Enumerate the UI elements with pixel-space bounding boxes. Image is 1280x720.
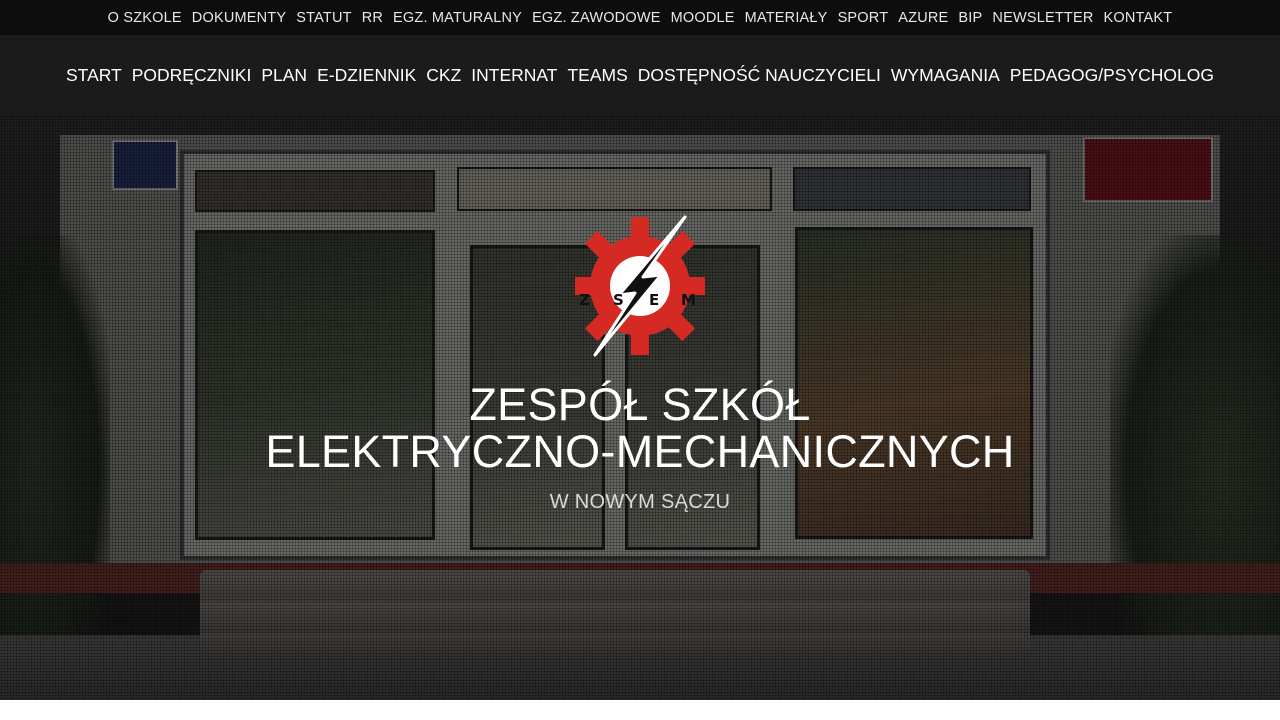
logo-letter-z: Z — [579, 291, 590, 309]
main-menu-item-plan[interactable]: PLAN — [256, 65, 312, 86]
main-navigation-bar: START PODRĘCZNIKI PLAN E-DZIENNIK CKZ IN… — [0, 35, 1280, 115]
school-location-subtitle: W NOWYM SĄCZU — [549, 491, 731, 513]
main-menu-item-wymagania[interactable]: WYMAGANIA — [886, 65, 1005, 86]
top-menu-item-o-szkole[interactable]: O SZKOLE — [103, 10, 187, 26]
main-menu-item-podreczniki[interactable]: PODRĘCZNIKI — [127, 65, 257, 86]
title-line-2: ELEKTRYCZNO-MECHANICZNYCH — [265, 426, 1015, 477]
main-menu-item-internat[interactable]: INTERNAT — [466, 65, 562, 86]
hero-content: Z S E M ZESPÓŁ SZKÓŁ ELEKTRYCZNO-MECHANI… — [0, 215, 1280, 514]
top-menu-item-azure[interactable]: AZURE — [893, 10, 953, 26]
top-menu-item-dokumenty[interactable]: DOKUMENTY — [187, 10, 291, 26]
main-menu-item-dostepnosc-nauczycieli[interactable]: DOSTĘPNOŚĆ NAUCZYCIELI — [633, 65, 886, 86]
main-menu-item-ckz[interactable]: CKZ — [421, 65, 466, 86]
hero-banner: Z S E M ZESPÓŁ SZKÓŁ ELEKTRYCZNO-MECHANI… — [0, 115, 1280, 700]
logo-letter-m: M — [681, 291, 696, 309]
main-menu-item-teams[interactable]: TEAMS — [562, 65, 632, 86]
main-menu: START PODRĘCZNIKI PLAN E-DZIENNIK CKZ IN… — [61, 65, 1219, 86]
logo-letter-s: S — [613, 291, 624, 309]
top-menu-item-egz-zawodowe[interactable]: EGZ. ZAWODOWE — [527, 10, 666, 26]
main-menu-item-pedagog-psycholog[interactable]: PEDAGOG/PSYCHOLOG — [1005, 65, 1219, 86]
page-bottom-strip — [0, 700, 1280, 720]
school-name-title: ZESPÓŁ SZKÓŁ ELEKTRYCZNO-MECHANICZNYCH — [0, 381, 1280, 475]
top-menu-item-materialy[interactable]: MATERIAŁY — [740, 10, 833, 26]
top-menu-item-sport[interactable]: SPORT — [833, 10, 894, 26]
top-menu-item-newsletter[interactable]: NEWSLETTER — [987, 10, 1098, 26]
top-menu: O SZKOLE DOKUMENTY STATUT RR EGZ. MATURA… — [103, 10, 1178, 26]
top-navigation-bar: O SZKOLE DOKUMENTY STATUT RR EGZ. MATURA… — [0, 0, 1280, 35]
main-menu-item-start[interactable]: START — [61, 65, 127, 86]
top-menu-item-statut[interactable]: STATUT — [291, 10, 356, 26]
top-menu-item-egz-maturalny[interactable]: EGZ. MATURALNY — [388, 10, 527, 26]
title-line-1: ZESPÓŁ SZKÓŁ — [469, 379, 811, 430]
main-menu-item-e-dziennik[interactable]: E-DZIENNIK — [312, 65, 421, 86]
top-menu-item-moodle[interactable]: MOODLE — [666, 10, 740, 26]
gear-lightning-logo-icon[interactable]: Z S E M — [573, 215, 707, 357]
logo-letter-e: E — [649, 291, 659, 309]
top-menu-item-bip[interactable]: BIP — [953, 10, 987, 26]
top-menu-item-kontakt[interactable]: KONTAKT — [1099, 10, 1178, 26]
top-menu-item-rr[interactable]: RR — [357, 10, 388, 26]
